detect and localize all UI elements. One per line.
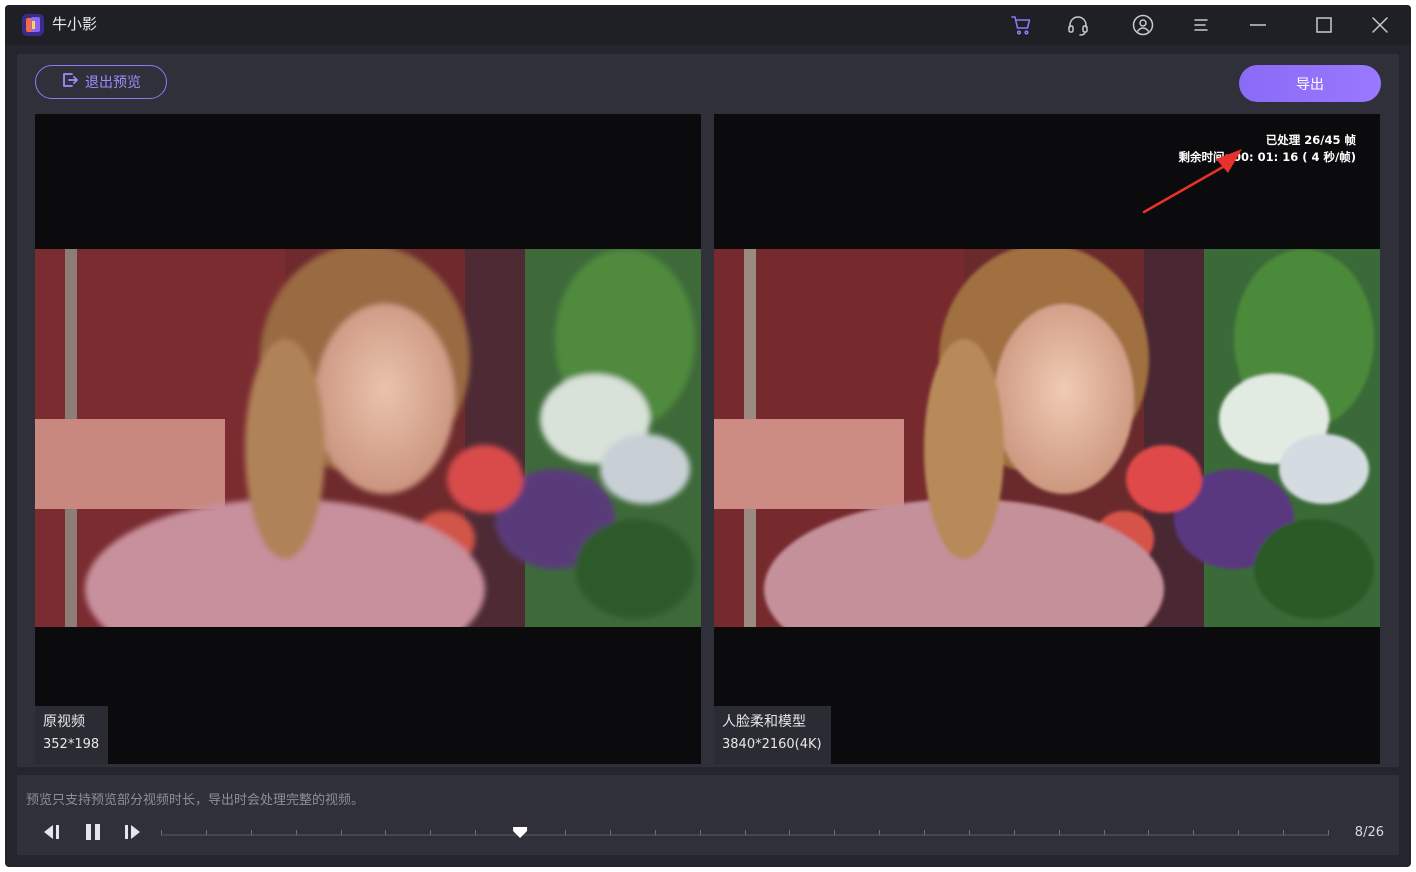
enhanced-video-label: 人脸柔和模型 3840*2160(4K) — [714, 706, 831, 764]
close-icon[interactable] — [1368, 13, 1392, 37]
app-title: 牛小影 — [52, 15, 98, 33]
timeline-playhead[interactable] — [513, 827, 528, 838]
original-label-resolution: 352*198 — [43, 737, 100, 752]
previous-frame-button[interactable] — [39, 821, 63, 843]
enhanced-video-pane: 已处理 26/45 帧 剩余时间: 00: 01: 16 ( 4 秒/帧) 人脸… — [714, 114, 1380, 764]
step-back-icon — [44, 825, 59, 839]
exit-preview-label: 退出预览 — [85, 75, 141, 91]
player-bar: 预览只支持预览部分视频时长，导出时会处理完整的视频。 8/26 — [17, 775, 1399, 855]
headset-icon[interactable] — [1066, 13, 1090, 37]
step-forward-icon — [125, 825, 140, 839]
preview-area: 退出预览 导出 原视频 352*198 已处理 26/45 帧 剩余时间: 00… — [17, 54, 1399, 767]
annotation-arrow — [1142, 149, 1242, 214]
next-frame-button[interactable] — [121, 821, 145, 843]
frame-timeline[interactable] — [161, 827, 1329, 839]
maximize-icon[interactable] — [1312, 13, 1336, 37]
original-video-frame — [35, 249, 701, 627]
menu-icon[interactable] — [1189, 13, 1213, 37]
enhanced-video-frame — [714, 249, 1380, 627]
pause-icon — [86, 824, 100, 840]
app-window: 牛小影 退出预览 导出 原视频 352*198 已处理 26/45 帧 剩余时间… — [5, 5, 1411, 867]
enhanced-label-name: 人脸柔和模型 — [722, 714, 806, 730]
export-button[interactable]: 导出 — [1239, 65, 1381, 102]
preview-hint: 预览只支持预览部分视频时长，导出时会处理完整的视频。 — [26, 793, 365, 808]
processed-frames-text: 已处理 26/45 帧 — [1265, 133, 1356, 147]
user-icon[interactable] — [1131, 13, 1155, 37]
title-bar: 牛小影 — [5, 5, 1411, 45]
original-video-pane: 原视频 352*198 — [35, 114, 701, 764]
exit-preview-button[interactable]: 退出预览 — [35, 65, 167, 99]
original-video-label: 原视频 352*198 — [35, 706, 109, 764]
frame-counter: 8/26 — [1354, 825, 1384, 840]
cart-icon[interactable] — [1010, 13, 1034, 37]
exit-icon — [61, 71, 79, 93]
app-logo-icon — [20, 12, 46, 38]
minimize-icon[interactable] — [1246, 13, 1270, 37]
enhanced-label-resolution: 3840*2160(4K) — [722, 737, 822, 752]
original-label-name: 原视频 — [43, 714, 85, 730]
pause-button[interactable] — [81, 821, 105, 843]
